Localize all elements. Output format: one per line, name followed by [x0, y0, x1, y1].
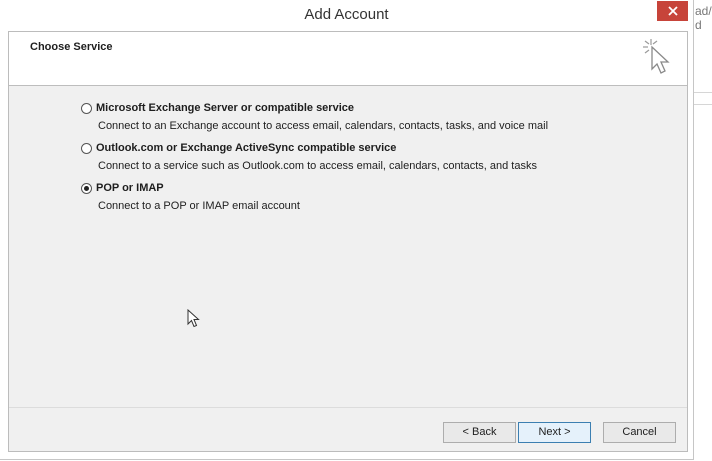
option-pop-imap-label[interactable]: POP or IMAP — [96, 182, 164, 194]
screen: ad/ d Add Account Choose Service Microso… — [0, 0, 712, 461]
close-button[interactable] — [657, 1, 688, 21]
option-exchange-label[interactable]: Microsoft Exchange Server or compatible … — [96, 102, 354, 114]
footer-divider — [9, 407, 687, 408]
next-button[interactable]: Next > — [518, 422, 591, 443]
option-exchange-description: Connect to an Exchange account to access… — [98, 120, 549, 132]
background-app — [694, 0, 712, 461]
close-icon — [667, 6, 678, 16]
background-text-2: d — [695, 18, 702, 32]
background-divider — [694, 104, 712, 105]
wizard-frame: Choose Service Microsoft Exchange Server… — [8, 31, 688, 452]
window-title: Add Account — [304, 6, 389, 23]
wizard-header: Choose Service — [9, 32, 687, 86]
option-outlook-com-description: Connect to a service such as Outlook.com… — [98, 160, 537, 172]
page-title: Choose Service — [30, 41, 113, 53]
radio-outlook-com[interactable] — [81, 143, 92, 154]
title-bar[interactable]: Add Account — [0, 0, 693, 31]
radio-exchange[interactable] — [81, 103, 92, 114]
background-text-1: ad/ — [695, 4, 712, 18]
add-account-dialog: Add Account Choose Service Microsoft Exc… — [0, 0, 694, 460]
background-divider — [694, 92, 712, 93]
option-outlook-com-label[interactable]: Outlook.com or Exchange ActiveSync compa… — [96, 142, 396, 154]
radio-pop-imap[interactable] — [81, 183, 92, 194]
mouse-pointer-icon — [187, 309, 200, 328]
option-pop-imap-description: Connect to a POP or IMAP email account — [98, 200, 300, 212]
wizard-cursor-icon — [643, 39, 670, 74]
cancel-button[interactable]: Cancel — [603, 422, 676, 443]
back-button[interactable]: < Back — [443, 422, 516, 443]
